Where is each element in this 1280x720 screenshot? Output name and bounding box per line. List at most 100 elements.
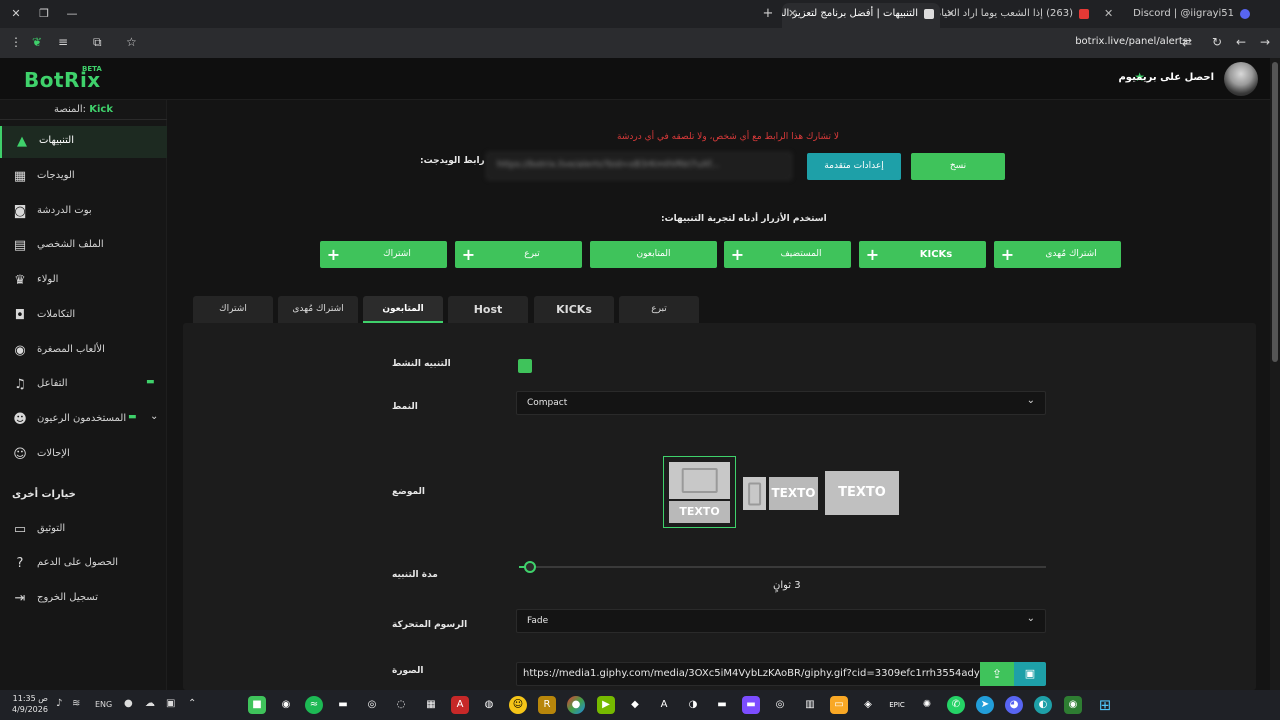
test-sub-button[interactable]: + اشتراك	[320, 241, 447, 268]
forward-icon[interactable]: →	[1260, 35, 1270, 49]
get-premium-link[interactable]: احصل على بريميوم	[1118, 72, 1214, 83]
discord-app-icon[interactable]: ◕	[1005, 696, 1023, 714]
tab-discord[interactable]: ✕ Discord | @iigrayi51	[1098, 3, 1256, 28]
language-indicator[interactable]: ENG	[95, 700, 112, 709]
test-host-button[interactable]: + المستضيف	[724, 241, 851, 268]
playlist-icon[interactable]: ≡	[58, 35, 68, 49]
gallery-icon[interactable]: ▣	[1014, 662, 1046, 686]
scrollbar-thumb[interactable]	[1272, 62, 1278, 362]
upload-icon[interactable]: ⇪	[980, 662, 1014, 686]
wifi-icon[interactable]: ≋	[72, 698, 80, 709]
app-icon[interactable]: ▬	[742, 696, 760, 714]
back-icon[interactable]: ←	[1236, 35, 1246, 49]
obs-app-icon[interactable]: ◉	[277, 696, 295, 714]
test-gifted-sub-button[interactable]: + اشتراك مُهدى	[994, 241, 1121, 268]
app-icon[interactable]: ◆	[626, 696, 644, 714]
test-kicks-button[interactable]: + KICKs	[859, 241, 986, 268]
app-icon[interactable]: ◌	[392, 696, 410, 714]
active-alert-checkbox[interactable]	[518, 359, 532, 373]
system-clock[interactable]: 11:35 ص 4/9/2026	[12, 693, 48, 715]
sidebar-item-support[interactable]: ? الحصول على الدعم	[0, 548, 167, 580]
test-followers-button[interactable]: المتابعون	[590, 241, 717, 268]
browser-app-icon[interactable]: ◉	[1064, 696, 1082, 714]
app-icon[interactable]: ◍	[480, 696, 498, 714]
file-explorer-icon[interactable]: ▭	[830, 696, 848, 714]
app-icon[interactable]: ▬	[334, 696, 352, 714]
minimize-window-icon[interactable]: —	[64, 6, 80, 22]
widget-url-field[interactable]: https://botrix.live/alerts?bid=xB3rKm0VR…	[486, 152, 792, 180]
new-tab-button[interactable]: +	[760, 6, 776, 22]
tab-host[interactable]: Host	[448, 296, 528, 323]
page-scrollbar[interactable]	[1270, 58, 1280, 690]
duration-slider-track[interactable]	[519, 566, 1046, 568]
app-icon[interactable]: ▦	[422, 696, 440, 714]
copy-button[interactable]: نسخ	[911, 153, 1005, 180]
sidebar-item-loyalty[interactable]: ♛ الولاء	[0, 265, 167, 297]
sidebar-item-minigames[interactable]: ◉ الألعاب المصغرة	[0, 335, 167, 367]
position-option-side[interactable]: TEXTO	[743, 474, 819, 510]
sidebar-item-integrations[interactable]: ◘ التكاملات	[0, 300, 167, 332]
steam-app-icon[interactable]: ◎	[771, 696, 789, 714]
windows-start-icon[interactable]: ⊞	[1096, 696, 1114, 714]
app-icon[interactable]: ◑	[684, 696, 702, 714]
nvidia-app-icon[interactable]: ▶	[597, 696, 615, 714]
rockstar-app-icon[interactable]: R	[538, 696, 556, 714]
tab-gifted-sub[interactable]: اشتراك مُهدى	[278, 296, 358, 323]
close-tab-icon[interactable]: ✕	[946, 3, 955, 25]
sidebar-item-sponsored-users[interactable]: ☻ المستخدمون الرعيون ▬ ⌄	[0, 404, 167, 436]
extensions-puzzle-icon[interactable]: ⧉	[93, 35, 102, 50]
position-option-stacked[interactable]: TEXTO	[663, 456, 736, 528]
chrome-app-icon[interactable]: ●	[567, 696, 585, 714]
tab-youtube[interactable]: ✕ (263) إذا الشعب يوما اراد الحياه |	[940, 3, 1095, 28]
sidebar-item-referrals[interactable]: ☺ الإحالات	[0, 439, 167, 471]
snapchat-app-icon[interactable]: ☺	[509, 696, 527, 714]
close-window-icon[interactable]: ✕	[8, 6, 24, 22]
telegram-app-icon[interactable]: ➤	[976, 696, 994, 714]
tab-followers[interactable]: المتابعون	[363, 296, 443, 323]
chevron-up-icon[interactable]: ⌃	[188, 698, 196, 709]
app-icon[interactable]: A	[451, 696, 469, 714]
app-icon[interactable]: ▬	[713, 696, 731, 714]
edge-app-icon[interactable]: ◐	[1034, 696, 1052, 714]
tab-donation[interactable]: تبرع	[619, 296, 699, 323]
menu-dots-icon[interactable]: ⋮	[10, 35, 22, 49]
app-icon[interactable]: ◈	[859, 696, 877, 714]
whatsapp-app-icon[interactable]: ✆	[947, 696, 965, 714]
animation-select[interactable]: Fade ⌄	[516, 609, 1046, 633]
site-settings-icon[interactable]: ⇄	[1182, 35, 1192, 49]
cloud-icon[interactable]: ☁	[145, 698, 155, 709]
steam-app-icon[interactable]: ◎	[363, 696, 381, 714]
sidebar-item-interaction[interactable]: ♫ التفاعل ▬	[0, 369, 167, 401]
position-option-overlay[interactable]: TEXTO	[825, 471, 899, 515]
close-tab-icon[interactable]: ✕	[788, 3, 797, 25]
restore-window-icon[interactable]: ❐	[36, 6, 52, 22]
sidebar-item-alerts[interactable]: ▲ التنبيهات	[0, 126, 167, 158]
tab-kicks[interactable]: KICKs	[534, 296, 614, 323]
microphone-icon[interactable]: ●	[124, 698, 133, 709]
advanced-settings-button[interactable]: إعدادات متقدمة	[807, 153, 901, 180]
spotify-app-icon[interactable]: ≈	[305, 696, 323, 714]
duration-slider-thumb[interactable]	[524, 561, 536, 573]
bookmark-star-icon[interactable]: ☆	[126, 35, 137, 49]
reload-icon[interactable]: ↻	[1212, 35, 1222, 49]
kick-app-icon[interactable]: ■	[248, 696, 266, 714]
style-select[interactable]: Compact ⌄	[516, 391, 1046, 415]
store-app-icon[interactable]: ▥	[801, 696, 819, 714]
tray-app-icon[interactable]: ▣	[166, 698, 175, 709]
sidebar-item-docs[interactable]: ▭ التوثيق	[0, 514, 167, 546]
extension-icon[interactable]: ❦	[32, 35, 42, 49]
volume-icon[interactable]: ♪	[56, 698, 62, 709]
image-url-input[interactable]: https://media1.giphy.com/media/3OXc5iM4V…	[516, 662, 981, 686]
sidebar-item-widgets[interactable]: ▦ الويدجات	[0, 161, 167, 193]
app-icon[interactable]: A	[655, 696, 673, 714]
user-avatar[interactable]	[1224, 62, 1258, 96]
chatgpt-app-icon[interactable]: ✺	[918, 696, 936, 714]
tab-sub[interactable]: اشتراك	[193, 296, 273, 323]
tab-alerts[interactable]: ✕ التنبيهات | أفضل برنامج لتعزيز الب	[782, 3, 940, 28]
sidebar-item-profile[interactable]: ▤ الملف الشخصي	[0, 230, 167, 262]
sidebar-item-chatbot[interactable]: ◙ بوت الدردشة	[0, 196, 167, 228]
test-donation-button[interactable]: + تبرع	[455, 241, 582, 268]
epic-games-icon[interactable]: EPIC	[888, 696, 906, 714]
address-bar-url[interactable]: botrix.live/panel/alerts	[1075, 36, 1188, 47]
chevron-down-icon[interactable]: ⌄	[150, 411, 158, 422]
